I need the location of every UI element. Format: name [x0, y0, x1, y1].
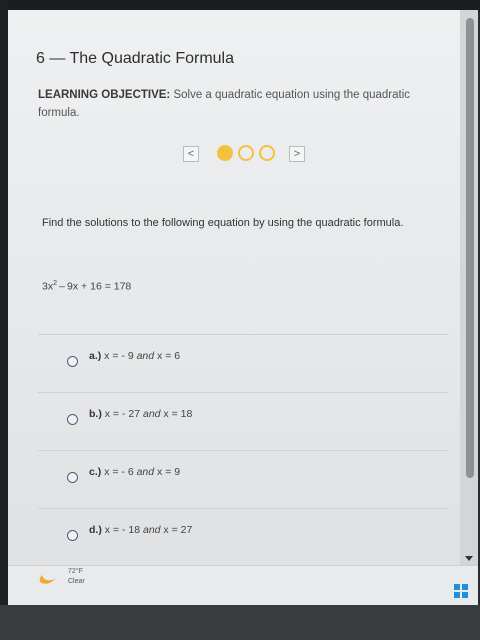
option-d-text: d.) x = - 18 and x = 27	[89, 524, 193, 536]
scroll-down-icon[interactable]	[465, 556, 473, 561]
radio-button-b[interactable]	[67, 414, 78, 425]
chevron-right-icon: >	[293, 148, 301, 160]
question-equation: 3x2 – 9x + 16 = 178	[42, 280, 131, 293]
moon-icon[interactable]	[38, 572, 58, 586]
divider	[38, 392, 448, 393]
option-a-text: a.) x = - 9 and x = 6	[89, 350, 181, 362]
progress-dot-1[interactable]	[217, 145, 233, 161]
weather-condition[interactable]: Clear	[68, 578, 85, 585]
monitor-bezel-bottom	[0, 605, 480, 640]
radio-button-c[interactable]	[67, 472, 78, 483]
divider	[38, 334, 448, 335]
scrollbar[interactable]	[460, 10, 478, 565]
windows-start-icon[interactable]	[454, 584, 468, 598]
weather-temperature[interactable]: 72°F	[68, 568, 83, 575]
prev-question-button[interactable]: <	[183, 146, 199, 162]
question-prompt: Find the solutions to the following equa…	[42, 217, 404, 229]
radio-button-d[interactable]	[67, 530, 78, 541]
progress-dot-2[interactable]	[238, 145, 254, 161]
chevron-left-icon: <	[187, 148, 195, 160]
monitor-bezel-left	[0, 0, 8, 640]
option-c-text: c.) x = - 6 and x = 9	[89, 466, 181, 478]
next-question-button[interactable]: >	[289, 146, 305, 162]
option-b-text: b.) x = - 27 and x = 18	[89, 408, 193, 420]
equation-base: 3x	[42, 280, 54, 293]
browser-viewport: 6 — The Quadratic Formula LEARNING OBJEC…	[8, 10, 478, 565]
radio-button-a[interactable]	[67, 356, 78, 367]
learning-objective: LEARNING OBJECTIVE: Solve a quadratic eq…	[38, 86, 438, 122]
progress-dot-3[interactable]	[259, 145, 275, 161]
divider	[38, 450, 448, 451]
equation-rest: – 9x + 16 = 178	[57, 280, 132, 293]
page-title: 6 — The Quadratic Formula	[36, 50, 235, 67]
divider	[38, 508, 448, 509]
taskbar: 72°F Clear	[8, 565, 478, 606]
objective-label: LEARNING OBJECTIVE:	[38, 89, 171, 101]
scrollbar-thumb[interactable]	[466, 18, 474, 478]
